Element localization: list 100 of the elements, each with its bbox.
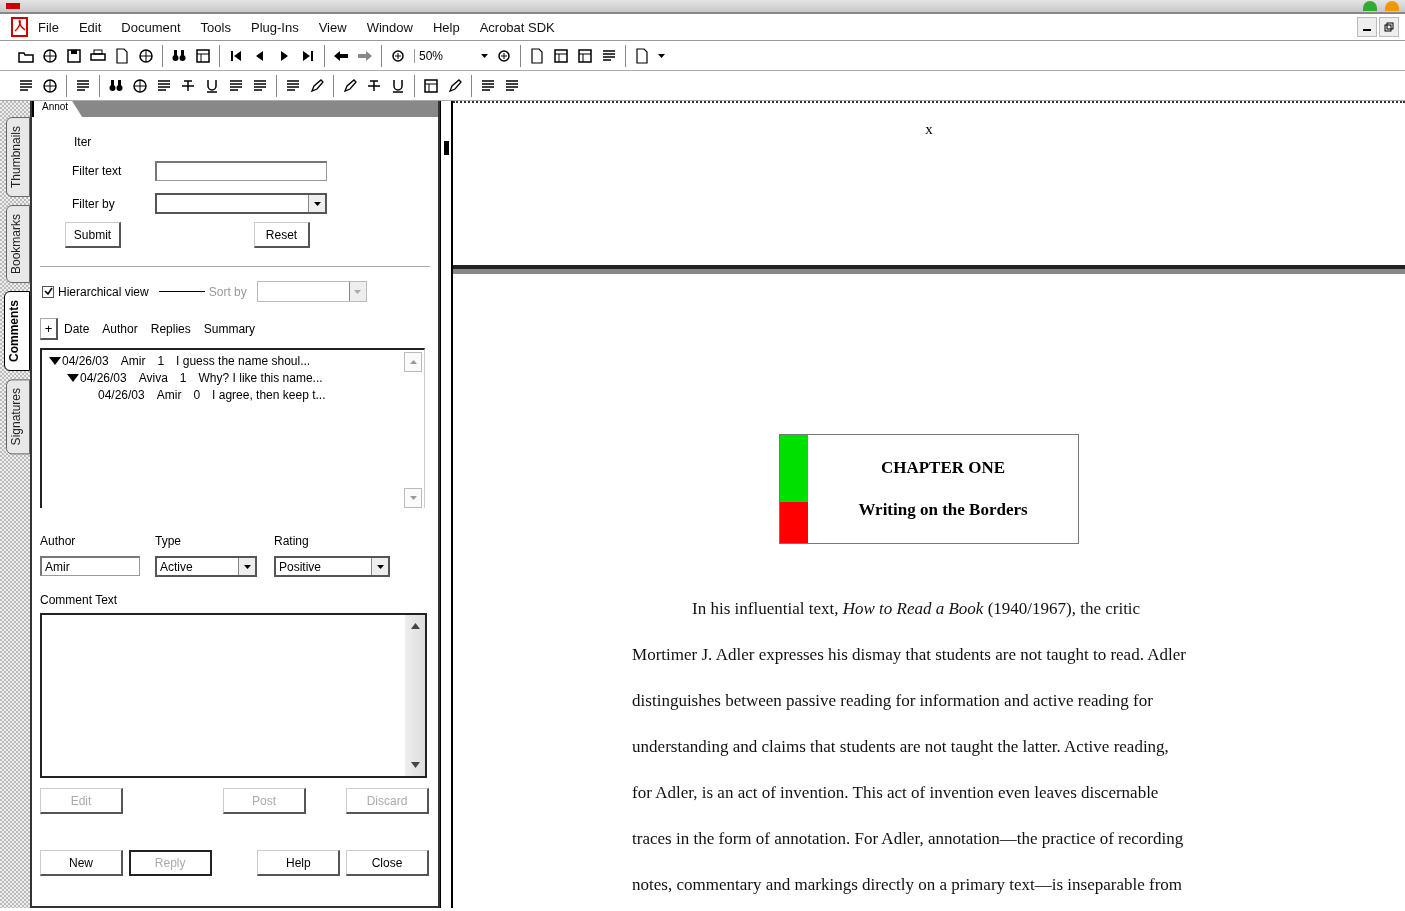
comment-summary[interactable]: Why? I like this name...	[198, 370, 335, 385]
zoom-in-icon[interactable]	[390, 47, 406, 64]
comment-date[interactable]: 04/26/03	[98, 387, 157, 402]
restore-button[interactable]	[1379, 17, 1399, 37]
page-icon[interactable]	[634, 47, 650, 64]
dialog-button[interactable]: Close	[345, 850, 429, 876]
section-title: Iter	[74, 135, 93, 149]
text-lines-icon[interactable]	[156, 77, 172, 94]
text-lines-icon[interactable]	[18, 77, 34, 94]
dialog-button[interactable]: Help	[257, 850, 341, 876]
caret-icon	[658, 53, 665, 58]
caret-icon	[481, 53, 488, 58]
splitter-grip[interactable]	[443, 141, 449, 155]
text-lines-icon[interactable]	[75, 77, 91, 94]
down-arrow-icon[interactable]	[410, 762, 420, 768]
pencil-icon[interactable]	[447, 77, 463, 94]
chapter-title: CHAPTER ONE	[880, 458, 1006, 478]
text-lines-icon[interactable]	[252, 77, 268, 94]
scrollbar[interactable]	[405, 615, 425, 776]
comment-date[interactable]: 04/26/03	[80, 370, 139, 385]
comment-replies[interactable]: 0	[193, 387, 213, 402]
field-label: Comment Text	[40, 593, 119, 607]
globe-icon[interactable]	[138, 47, 154, 64]
panel-tab[interactable]: Annot	[32, 101, 83, 117]
checkbox[interactable]	[42, 285, 54, 298]
filter-text-field[interactable]	[155, 161, 327, 181]
print-icon[interactable]	[90, 47, 106, 64]
comment-replies[interactable]: 1	[179, 370, 199, 385]
find-icon[interactable]	[108, 77, 124, 94]
globe-icon[interactable]	[42, 77, 58, 94]
expanded-triangle-icon[interactable]	[66, 373, 80, 382]
filter-by-dropdown[interactable]	[155, 193, 327, 214]
strikeout-icon[interactable]	[366, 77, 382, 94]
underline-icon[interactable]	[204, 77, 220, 94]
column-header[interactable]: Replies	[150, 322, 204, 336]
dialog-button[interactable]: New	[40, 850, 123, 876]
comment-replies[interactable]: 1	[157, 353, 177, 368]
side-tab[interactable]: Signatures	[6, 379, 30, 455]
up-arrow-icon[interactable]	[410, 623, 420, 629]
text-lines-icon[interactable]	[285, 77, 301, 94]
strikeout-icon[interactable]	[180, 77, 196, 94]
menu-item[interactable]: Acrobat SDK	[471, 19, 567, 35]
underline-icon[interactable]	[390, 77, 406, 94]
menu-item[interactable]: Window	[358, 19, 425, 35]
pencil-icon[interactable]	[342, 77, 358, 94]
find-icon[interactable]	[171, 47, 187, 64]
rating-dropdown[interactable]: Positive	[274, 556, 390, 577]
field-label: Sort by	[208, 284, 247, 299]
caret-icon	[376, 564, 384, 569]
menu-item[interactable]: File	[30, 19, 71, 35]
comment-author[interactable]: Amir	[120, 353, 158, 368]
checkbox-label: Hierarchical view	[58, 284, 149, 299]
zoom-field[interactable]: 50%	[414, 48, 473, 63]
page-icon[interactable]	[114, 47, 130, 64]
column-header[interactable]: Author	[102, 322, 151, 336]
comment-summary[interactable]: I guess the name shoul...	[176, 353, 323, 368]
menu-item[interactable]: Plug-Ins	[242, 19, 311, 35]
author-field[interactable]: Amir	[40, 556, 140, 576]
text-lines-icon[interactable]	[601, 47, 617, 64]
menu-item[interactable]: Tools	[192, 19, 243, 35]
globe-icon[interactable]	[42, 47, 58, 64]
restore-icon	[1384, 22, 1394, 32]
side-tab[interactable]: Comments	[4, 291, 30, 372]
pencil-icon[interactable]	[309, 77, 325, 94]
menu-item[interactable]: Edit	[70, 19, 114, 35]
scroll-down-button[interactable]	[404, 488, 422, 508]
caret-icon	[243, 564, 251, 569]
save-icon[interactable]	[66, 47, 82, 64]
table-icon[interactable]	[195, 47, 211, 64]
table-icon[interactable]	[423, 77, 439, 94]
comment-summary[interactable]: I agree, then keep t...	[212, 387, 338, 402]
submit-button[interactable]: Submit	[65, 222, 121, 248]
scroll-up-button[interactable]	[404, 352, 422, 372]
caret-icon	[354, 289, 362, 294]
globe-icon[interactable]	[132, 77, 148, 94]
table-icon[interactable]	[553, 47, 569, 64]
menu-item[interactable]: View	[310, 19, 359, 35]
minimize-button[interactable]	[1357, 17, 1377, 37]
zoom-in-icon[interactable]	[496, 47, 512, 64]
table-icon[interactable]	[577, 47, 593, 64]
side-tab[interactable]: Thumbnails	[6, 117, 30, 198]
menu-item[interactable]: Help	[424, 19, 472, 35]
comment-author[interactable]: Amir	[156, 387, 194, 402]
column-header[interactable]: Summary	[203, 322, 269, 336]
text-lines-icon[interactable]	[504, 77, 520, 94]
up-arrow-icon	[409, 360, 417, 364]
menu-item[interactable]: Document	[113, 19, 193, 35]
field-label: Type	[155, 534, 182, 548]
side-tab[interactable]: Bookmarks	[6, 205, 30, 284]
comment-text-area[interactable]	[40, 613, 427, 778]
text-lines-icon[interactable]	[228, 77, 244, 94]
expand-all-button[interactable]: +	[40, 318, 58, 340]
page-icon[interactable]	[529, 47, 545, 64]
comment-date[interactable]: 04/26/03	[62, 353, 121, 368]
expanded-triangle-icon[interactable]	[48, 356, 62, 365]
type-dropdown[interactable]: Active	[155, 556, 257, 577]
text-lines-icon[interactable]	[480, 77, 496, 94]
reset-button[interactable]: Reset	[254, 222, 310, 248]
comment-author[interactable]: Aviva	[138, 370, 180, 385]
column-header[interactable]: Date	[64, 322, 103, 336]
